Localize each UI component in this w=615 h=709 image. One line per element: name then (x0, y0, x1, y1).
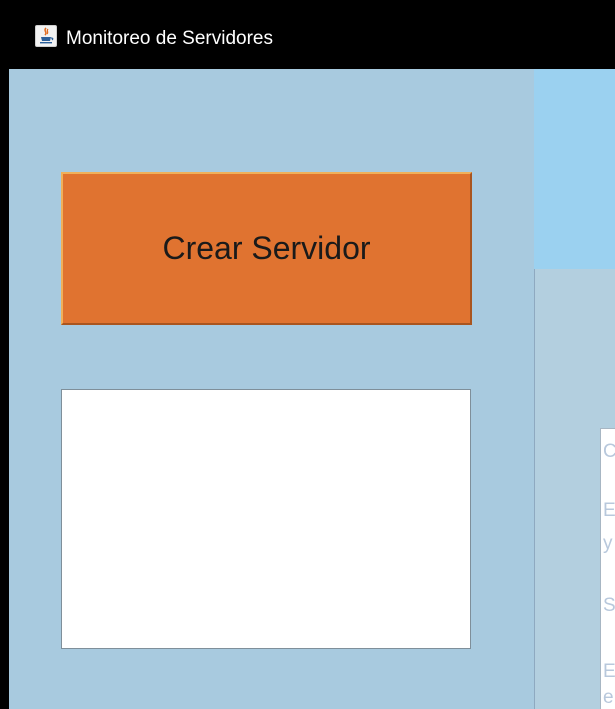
right-header-panel (534, 69, 615, 269)
log-text-fragment: y (603, 533, 613, 554)
log-text-area[interactable]: C E y S E e (600, 428, 615, 709)
log-text-fragment: E (603, 661, 615, 682)
application-window: Monitoreo de Servidores Crear Servidor C… (0, 0, 615, 709)
window-title: Monitoreo de Servidores (66, 28, 273, 49)
log-text-fragment: E (603, 500, 615, 521)
window-left-border (0, 69, 9, 709)
server-list-box[interactable] (61, 389, 471, 649)
java-icon (35, 25, 57, 47)
crear-servidor-button[interactable]: Crear Servidor (61, 172, 472, 325)
title-bar[interactable]: Monitoreo de Servidores (0, 0, 615, 69)
log-text-fragment: e (603, 687, 614, 708)
log-text-fragment: S (603, 595, 615, 616)
log-text-fragment: C (603, 441, 615, 463)
